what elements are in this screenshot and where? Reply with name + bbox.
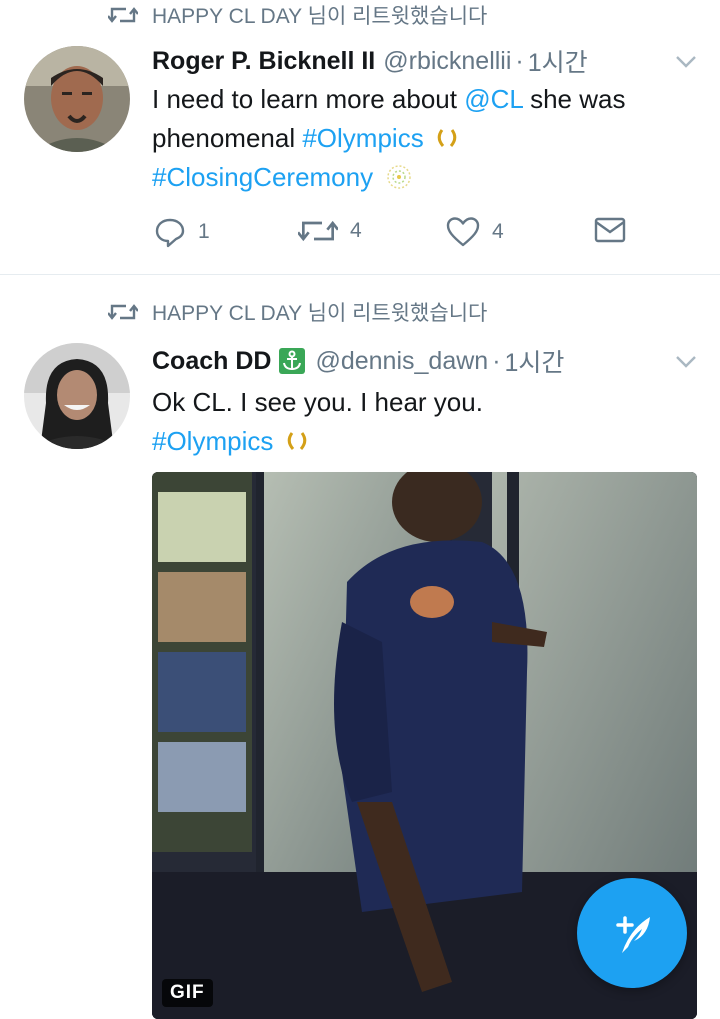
separator: · bbox=[492, 346, 501, 375]
hashtag-link[interactable]: #ClosingCeremony bbox=[152, 162, 373, 192]
like-button[interactable]: 4 bbox=[446, 216, 504, 248]
dm-button[interactable] bbox=[594, 216, 638, 244]
avatar[interactable] bbox=[24, 46, 130, 152]
retweet-icon bbox=[108, 7, 138, 23]
display-name[interactable]: Roger P. Bicknell II bbox=[152, 47, 375, 76]
envelope-icon bbox=[594, 217, 626, 243]
reply-count: 1 bbox=[198, 220, 210, 243]
retweet-context-text: HAPPY CL DAY 님이 리트윗했습니다 bbox=[152, 5, 488, 28]
avatar-photo bbox=[24, 343, 130, 449]
tweet-actions: 1 4 4 bbox=[152, 216, 672, 256]
tweet-text: Ok CL. I see you. I hear you. #Olympics bbox=[152, 383, 697, 461]
username[interactable]: @dennis_dawn bbox=[315, 347, 488, 376]
retweet-count: 4 bbox=[350, 219, 362, 242]
tweet-text-line-3: #ClosingCeremony bbox=[152, 158, 697, 197]
retweet-icon bbox=[108, 304, 138, 320]
mention-link[interactable]: @CL bbox=[464, 84, 523, 114]
text-segment: I need to learn more about bbox=[152, 84, 465, 114]
hashtag-link[interactable]: #Olympics bbox=[152, 426, 273, 456]
tweet-1[interactable]: HAPPY CL DAY 님이 리트윗했습니다 Roger P. Bicknel… bbox=[0, 0, 720, 275]
tweet-header: Coach DD @dennis_dawn · 1시간 bbox=[152, 344, 690, 378]
reply-icon bbox=[155, 218, 185, 248]
separator: · bbox=[515, 46, 524, 75]
tweet-text-line-2: #Olympics bbox=[152, 422, 697, 461]
avatar[interactable] bbox=[24, 343, 130, 449]
avatar-photo bbox=[24, 46, 130, 152]
tweet-text-line-1: Ok CL. I see you. I hear you. bbox=[152, 387, 483, 417]
tweet-text: I need to learn more about @CL she was p… bbox=[152, 80, 697, 197]
chevron-down-icon[interactable] bbox=[674, 54, 698, 70]
text-segment: phenomenal bbox=[152, 123, 303, 153]
hashtag-link[interactable]: #Olympics bbox=[302, 123, 423, 153]
display-name[interactable]: Coach DD bbox=[152, 347, 271, 376]
timestamp[interactable]: 1시간 bbox=[528, 43, 588, 79]
chevron-down-icon[interactable] bbox=[674, 354, 698, 370]
retweet-icon bbox=[298, 220, 338, 242]
fireworks-emoji-icon bbox=[387, 165, 412, 189]
tweet-text-line-1: I need to learn more about @CL she was bbox=[152, 80, 697, 119]
timestamp[interactable]: 1시간 bbox=[505, 343, 565, 379]
username[interactable]: @rbicknellii bbox=[383, 47, 511, 76]
retweet-context: HAPPY CL DAY 님이 리트윗했습니다 bbox=[108, 297, 487, 327]
tweet-text-line-2: phenomenal #Olympics bbox=[152, 119, 697, 158]
anchor-emoji-icon bbox=[279, 348, 306, 374]
reply-button[interactable]: 1 bbox=[154, 216, 210, 248]
compose-tweet-button[interactable] bbox=[577, 878, 687, 988]
laurel-emoji-icon bbox=[437, 129, 457, 147]
gif-badge: GIF bbox=[162, 979, 213, 1007]
retweet-button[interactable]: 4 bbox=[298, 216, 362, 246]
text-segment: she was bbox=[522, 84, 626, 114]
retweet-context-text: HAPPY CL DAY 님이 리트윗했습니다 bbox=[152, 302, 488, 325]
tweet-header: Roger P. Bicknell II @rbicknellii · 1시간 bbox=[152, 44, 690, 78]
laurel-emoji-icon bbox=[287, 432, 306, 450]
compose-feather-icon bbox=[616, 916, 650, 953]
like-count: 4 bbox=[492, 220, 504, 243]
retweet-context: HAPPY CL DAY 님이 리트윗했습니다 bbox=[108, 0, 487, 30]
heart-icon bbox=[446, 217, 480, 247]
